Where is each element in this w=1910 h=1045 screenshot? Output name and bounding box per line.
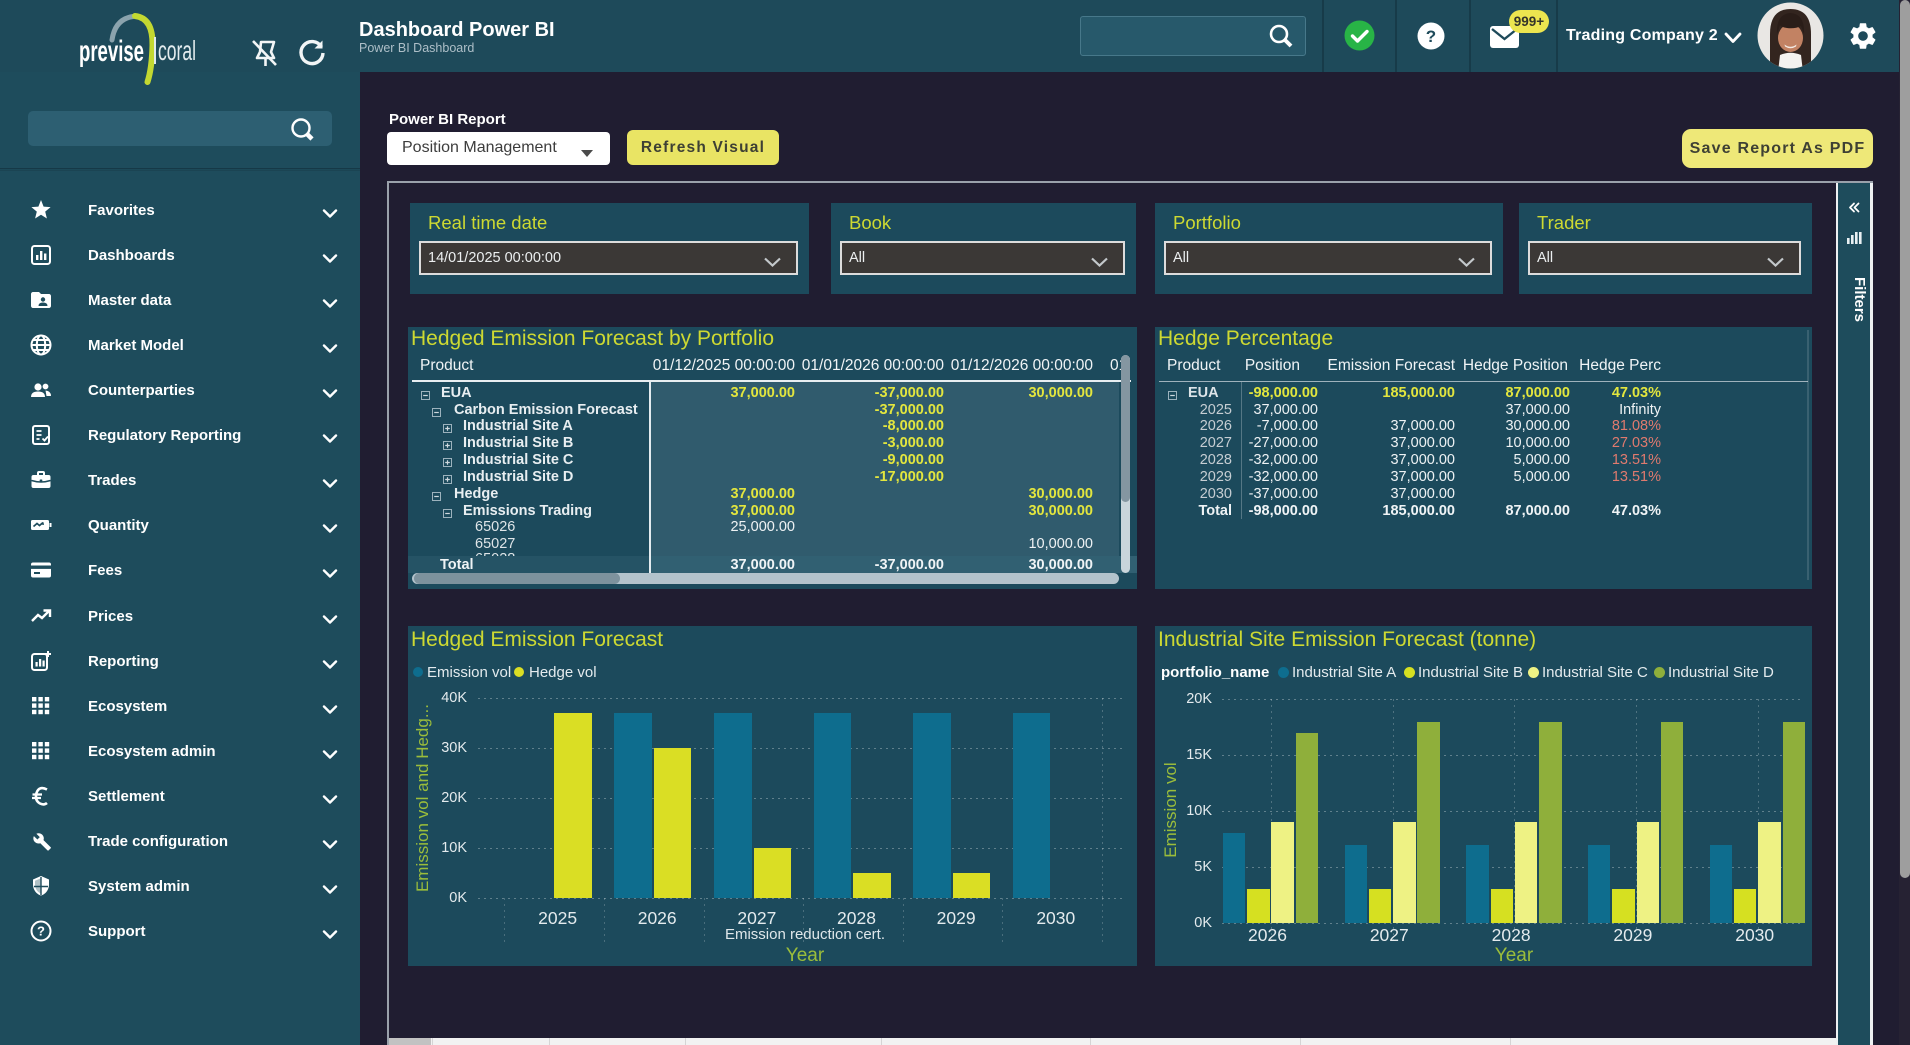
svg-text:?: ? [1426, 27, 1436, 46]
svg-text:?: ? [37, 924, 45, 939]
svg-text:previse: previse [79, 35, 144, 68]
svg-text:coral: coral [158, 35, 196, 66]
